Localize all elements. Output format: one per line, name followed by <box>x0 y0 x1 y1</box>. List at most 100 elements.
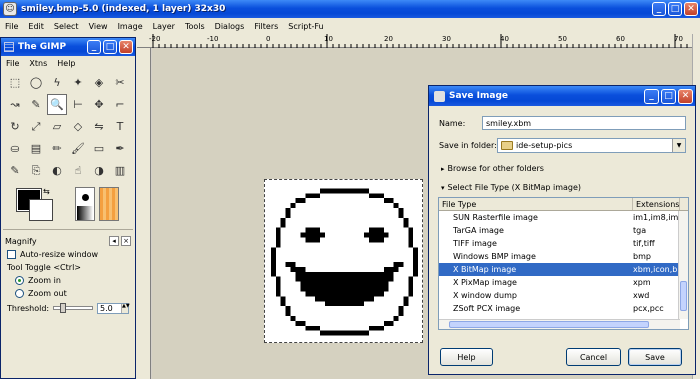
measure-icon[interactable]: ⊢ <box>68 94 88 115</box>
menu-dialogs[interactable]: Dialogs <box>210 22 250 31</box>
toolbox-menu-file[interactable]: File <box>1 59 24 68</box>
brush-gradient-indicator[interactable] <box>75 187 95 221</box>
file-type-row[interactable]: X BitMap image xbm,icon,b <box>439 263 688 276</box>
close-button[interactable]: ✕ <box>684 2 698 16</box>
background-color-swatch[interactable] <box>29 199 53 221</box>
ink-icon[interactable]: ✎ <box>5 160 25 181</box>
crop-icon[interactable]: ⌐ <box>110 94 130 115</box>
save-button[interactable]: Save <box>628 348 682 366</box>
eraser-icon[interactable]: ▭ <box>89 138 109 159</box>
lasso-icon[interactable]: ϟ <box>47 72 67 93</box>
gimp-app-icon[interactable]: ☺ <box>3 2 17 16</box>
maximize-button[interactable]: □ <box>668 2 682 16</box>
cancel-button[interactable]: Cancel <box>566 348 621 366</box>
menu-image[interactable]: Image <box>113 22 148 31</box>
auto-resize-checkbox[interactable] <box>7 250 16 259</box>
zoom-in-radio[interactable] <box>15 276 24 285</box>
chevron-down-icon[interactable]: ▼ <box>672 139 685 152</box>
name-input[interactable]: smiley.xbm <box>482 116 686 130</box>
dialog-maximize-button[interactable]: □ <box>661 88 676 104</box>
toolbox-maximize-button[interactable]: □ <box>103 40 117 54</box>
tool-options-close-icon[interactable]: × <box>121 236 131 246</box>
color-select-icon[interactable]: ◈ <box>89 72 109 93</box>
file-type-expander[interactable]: ▾ Select File Type (X BitMap image) <box>441 183 581 192</box>
column-header-file-type[interactable]: File Type <box>439 198 633 210</box>
scissors-icon[interactable]: ✂ <box>110 72 130 93</box>
file-type-row[interactable]: Windows BMP image bmp <box>439 250 688 263</box>
scrollbar-thumb[interactable] <box>680 281 687 311</box>
smiley-image <box>270 188 419 336</box>
file-type-row[interactable]: TarGA image tga <box>439 224 688 237</box>
color-picker-icon[interactable]: ✎ <box>26 94 46 115</box>
clone-icon[interactable]: ⎘ <box>26 160 46 181</box>
smudge-icon[interactable]: ☝ <box>68 160 88 181</box>
convolve-icon[interactable]: ◐ <box>47 160 67 181</box>
dodge-burn-icon[interactable]: ◑ <box>89 160 109 181</box>
paintbrush-icon[interactable]: 🖌 <box>68 138 88 159</box>
ellipse-select-icon[interactable]: ◯ <box>26 72 46 93</box>
menu-view[interactable]: View <box>84 22 113 31</box>
column-header-extensions[interactable]: Extensions <box>633 198 680 210</box>
airbrush-icon[interactable]: ✒ <box>110 138 130 159</box>
rotate-icon[interactable]: ↻ <box>5 116 25 137</box>
menu-edit[interactable]: Edit <box>23 22 49 31</box>
file-type-extensions: tif,tiff <box>633 239 655 248</box>
zoom-in-row[interactable]: Zoom in <box>1 274 135 287</box>
file-type-row[interactable]: X PixMap image xpm <box>439 276 688 289</box>
toolbox-title-bar: The GIMP _ □ ✕ <box>1 38 135 56</box>
folder-select[interactable]: ide-setup-pics ▼ <box>497 138 686 153</box>
flip-icon[interactable]: ⇋ <box>89 116 109 137</box>
menu-tools[interactable]: Tools <box>180 22 210 31</box>
file-type-row[interactable]: TIFF image tif,tiff <box>439 237 688 250</box>
swap-colors-icon[interactable]: ⇆ <box>43 187 50 196</box>
tool-options-menu-icon[interactable]: ◂ <box>109 236 119 246</box>
paths-icon[interactable]: ↝ <box>5 94 25 115</box>
magic-wand-icon[interactable]: ✦ <box>68 72 88 93</box>
menu-layer[interactable]: Layer <box>148 22 180 31</box>
threshold-slider[interactable] <box>53 303 94 313</box>
minimize-button[interactable]: _ <box>652 2 666 16</box>
file-type-extensions: pcx,pcc <box>633 304 664 313</box>
threshold-slider-handle[interactable] <box>60 303 67 313</box>
file-type-row[interactable]: ZSoft PCX image pcx,pcc <box>439 302 688 315</box>
pattern-preview[interactable] <box>99 187 119 221</box>
toolbox-menu-xtns[interactable]: Xtns <box>24 59 52 68</box>
threshold-spinner[interactable]: 5.0 ▲▼ <box>97 302 130 314</box>
scrollbar-thumb[interactable] <box>449 321 649 328</box>
zoom-out-radio[interactable] <box>15 289 24 298</box>
zoom-icon[interactable]: 🔍 <box>47 94 67 115</box>
toolbox-menu-help[interactable]: Help <box>52 59 80 68</box>
horizontal-ruler[interactable]: -20 -10 0 10 20 30 40 50 60 70 <box>137 34 700 48</box>
gradient-editor-icon[interactable]: ▥ <box>110 160 130 181</box>
blend-icon[interactable]: ▤ <box>26 138 46 159</box>
zoom-out-label: Zoom out <box>28 289 67 298</box>
image-canvas[interactable] <box>264 179 423 343</box>
menu-file[interactable]: File <box>0 22 23 31</box>
menu-select[interactable]: Select <box>49 22 84 31</box>
file-list-vertical-scrollbar[interactable] <box>678 211 688 319</box>
shear-icon[interactable]: ▱ <box>47 116 67 137</box>
move-icon[interactable]: ✥ <box>89 94 109 115</box>
file-list-horizontal-scrollbar[interactable] <box>439 319 680 329</box>
dialog-minimize-button[interactable]: _ <box>644 88 659 104</box>
rect-select-icon[interactable]: ⬚ <box>5 72 25 93</box>
dialog-close-button[interactable]: ✕ <box>678 88 693 104</box>
help-button[interactable]: Help <box>440 348 493 366</box>
file-type-row[interactable]: X window dump xwd <box>439 289 688 302</box>
auto-resize-row[interactable]: Auto-resize window <box>1 248 135 261</box>
toolbox-minimize-button[interactable]: _ <box>87 40 101 54</box>
vertical-ruler[interactable] <box>137 48 151 379</box>
browse-folders-expander[interactable]: ▸ Browse for other folders <box>441 164 544 173</box>
bucket-fill-icon[interactable]: ⛀ <box>5 138 25 159</box>
zoom-out-row[interactable]: Zoom out <box>1 287 135 300</box>
perspective-icon[interactable]: ◇ <box>68 116 88 137</box>
toolbox-close-button[interactable]: ✕ <box>119 40 133 54</box>
spinner-arrows-icon[interactable]: ▲▼ <box>121 303 130 313</box>
file-type-row[interactable]: SUN Rasterfile image im1,im8,im <box>439 211 688 224</box>
pencil-icon[interactable]: ✏ <box>47 138 67 159</box>
menu-filters[interactable]: Filters <box>249 22 283 31</box>
menu-script-fu[interactable]: Script-Fu <box>283 22 328 31</box>
scale-icon[interactable]: ⤢ <box>26 116 46 137</box>
toolbox-divider <box>3 229 133 230</box>
text-icon[interactable]: T <box>110 116 130 137</box>
